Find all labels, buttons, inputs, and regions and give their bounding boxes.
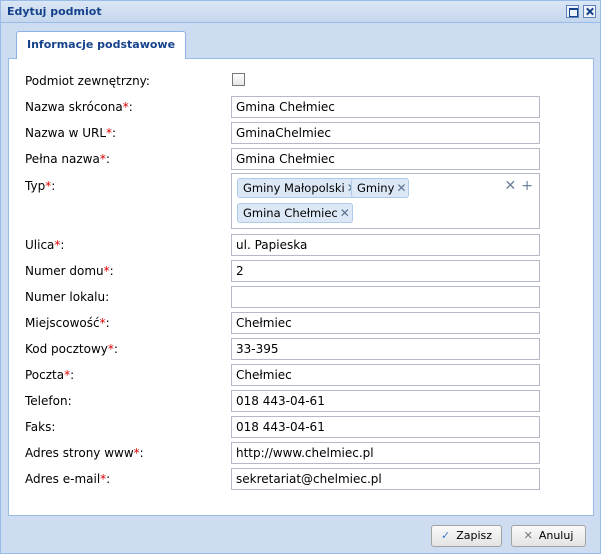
fax-label: Faks:: [25, 420, 56, 434]
phone-input[interactable]: 018 443-04-61: [231, 390, 540, 412]
type-tag[interactable]: Gminy Małopolski✕: [237, 178, 360, 198]
short-name-input[interactable]: Gmina Chełmiec: [231, 96, 540, 118]
type-tag-field[interactable]: Gminy Małopolski✕ Gminy✕ Gmina Chełmiec✕…: [231, 173, 540, 229]
street-label: Ulica*:: [25, 238, 65, 252]
postal-code-label: Kod pocztowy*:: [25, 342, 118, 356]
cancel-icon: ✕: [523, 529, 533, 542]
url-name-input[interactable]: GminaChelmiec: [231, 122, 540, 144]
phone-label: Telefon:: [25, 394, 72, 408]
city-label: Miejscowość*:: [25, 316, 110, 330]
short-name-label: Nazwa skrócona*:: [25, 100, 133, 114]
window-titlebar[interactable]: Edytuj podmiot: [1, 1, 600, 23]
external-checkbox[interactable]: [232, 73, 245, 86]
remove-tag-icon[interactable]: ✕: [396, 181, 406, 195]
email-label: Adres e-mail*:: [25, 472, 111, 486]
tab-strip: Informacje podstawowe: [8, 27, 594, 59]
type-tag[interactable]: Gmina Chełmiec ✕: [237, 203, 353, 223]
type-tag[interactable]: Gminy ✕: [351, 178, 410, 198]
tab-basic-info[interactable]: Informacje podstawowe: [16, 31, 187, 59]
post-office-label: Poczta*:: [25, 368, 75, 382]
url-name-label: Nazwa w URL*:: [25, 126, 117, 140]
flat-no-input[interactable]: [231, 286, 540, 308]
window-title: Edytuj podmiot: [7, 5, 102, 18]
tab-label: Informacje podstawowe: [27, 38, 176, 51]
external-label: Podmiot zewnętrzny:: [25, 74, 150, 88]
post-office-input[interactable]: Chełmiec: [231, 364, 540, 386]
house-no-label: Numer domu*:: [25, 264, 114, 278]
form-panel: Podmiot zewnętrzny: Nazwa skrócona*: Gmi…: [8, 59, 594, 516]
add-icon[interactable]: +: [521, 178, 533, 194]
remove-tag-icon[interactable]: ✕: [340, 206, 350, 220]
postal-code-input[interactable]: 33-395: [231, 338, 540, 360]
full-name-label: Pełna nazwa*:: [25, 152, 110, 166]
house-no-input[interactable]: 2: [231, 260, 540, 282]
full-name-input[interactable]: Gmina Chełmiec: [231, 148, 540, 170]
edit-entity-window: Edytuj podmiot Informacje podstawowe Pod…: [0, 0, 601, 554]
website-label: Adres strony www*:: [25, 446, 144, 460]
email-input[interactable]: sekretariat@chelmiec.pl: [231, 468, 540, 490]
flat-no-label: Numer lokalu:: [25, 290, 110, 304]
tag-field-tools: ✕ +: [500, 178, 533, 194]
cancel-label: Anuluj: [538, 529, 574, 542]
save-button[interactable]: ✓ Zapisz: [431, 525, 502, 547]
check-icon: ✓: [440, 529, 451, 542]
cancel-button[interactable]: ✕ Anuluj: [511, 525, 586, 547]
website-input[interactable]: http://www.chelmiec.pl: [231, 442, 540, 464]
street-input[interactable]: ul. Papieska: [231, 234, 540, 256]
maximize-icon[interactable]: [566, 5, 579, 18]
clear-all-icon[interactable]: ✕: [505, 178, 517, 194]
type-label: Typ*:: [25, 179, 56, 193]
save-label: Zapisz: [456, 529, 493, 542]
fax-input[interactable]: 018 443-04-61: [231, 416, 540, 438]
city-input[interactable]: Chełmiec: [231, 312, 540, 334]
close-icon[interactable]: [583, 5, 596, 18]
